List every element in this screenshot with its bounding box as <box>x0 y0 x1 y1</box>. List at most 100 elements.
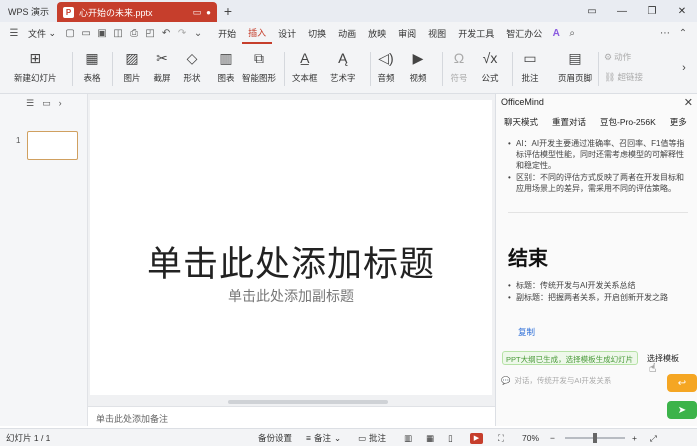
outline-view-icon[interactable]: ☰ <box>26 98 34 109</box>
ai-logo-icon[interactable]: A <box>548 22 564 44</box>
send-button[interactable]: ➤ <box>667 401 697 419</box>
tab-transition[interactable]: 切换 <box>302 22 332 44</box>
hamburger-icon[interactable]: ☰ <box>6 22 22 44</box>
action-button[interactable]: ⚙ 动作 <box>604 50 631 64</box>
document-tab[interactable]: P 心开始の未来.pptx ▭ ● <box>57 2 218 22</box>
open-folder-icon[interactable]: ▭ <box>78 22 94 44</box>
model-select[interactable]: 豆包-Pro-256K <box>600 116 656 130</box>
retry-button[interactable]: ↩ <box>667 374 697 392</box>
zoom-slider-handle[interactable] <box>593 433 597 443</box>
wordart-button[interactable]: Ą 艺术字 <box>330 48 356 90</box>
export-pdf-icon[interactable]: ◫ <box>110 22 126 44</box>
scrollbar-thumb[interactable] <box>228 400 388 404</box>
tab-home[interactable]: 开始 <box>212 22 242 44</box>
zoom-in-icon[interactable]: + <box>632 429 637 446</box>
window-controls: ▭ — ❐ ✕ <box>577 0 697 22</box>
close-window-button[interactable]: ✕ <box>667 0 697 22</box>
tab-animation[interactable]: 动画 <box>332 22 362 44</box>
suggestion-chip[interactable]: PPT大纲已生成，选择模板生成幻灯片 <box>502 351 638 365</box>
chevron-down-icon: ⌄ <box>333 432 342 443</box>
notes-area[interactable]: 单击此处添加备注 <box>88 406 495 426</box>
slide-title-placeholder[interactable]: 单击此处添加标题 <box>90 236 492 287</box>
slideshow-button[interactable]: ▶ <box>470 429 483 446</box>
app-tab[interactable]: WPS 演示 <box>0 0 57 22</box>
picture-button[interactable]: ▨ 图片 <box>122 48 142 90</box>
table-button[interactable]: ▦ 表格 <box>82 48 102 90</box>
menubar-right: ⋯ ⌃ <box>657 22 691 44</box>
sorter-view-icon[interactable]: ▦ <box>426 429 434 446</box>
new-doc-icon[interactable]: ▢ <box>62 22 78 44</box>
zoom-out-icon[interactable]: − <box>550 429 555 446</box>
ribbon-divider <box>512 52 513 86</box>
slide-view-icon[interactable]: ▭ <box>42 98 51 109</box>
expand-icon[interactable]: ⤢ <box>650 429 657 446</box>
hyperlink-button[interactable]: ⛓ 超链接 <box>604 70 643 84</box>
notes-icon: ≡ <box>306 433 311 443</box>
close-icon[interactable]: ✕ <box>684 96 693 109</box>
symbol-button[interactable]: Ω 符号 <box>449 48 469 90</box>
slide-thumbnail[interactable] <box>27 131 78 160</box>
tab-review[interactable]: 审阅 <box>392 22 422 44</box>
save-icon[interactable]: ▣ <box>94 22 110 44</box>
tab-close-icon[interactable]: ● <box>206 8 211 17</box>
tab-slideshow[interactable]: 放映 <box>362 22 392 44</box>
chat-input[interactable]: 💬 对话，传统开发与AI开发关系 <box>501 372 661 388</box>
screenshot-label: 截屏 <box>153 73 171 83</box>
screenshot-button[interactable]: ✂ 截屏 <box>152 48 172 90</box>
print-preview-icon[interactable]: ◰ <box>142 22 158 44</box>
formula-button[interactable]: √x 公式 <box>480 48 500 90</box>
collapse-pane-icon[interactable]: › <box>59 98 62 108</box>
smartart-icon: ⧉ <box>254 49 264 66</box>
slide-subtitle-placeholder[interactable]: 单击此处添加副标题 <box>90 286 492 306</box>
header-footer-button[interactable]: ▤ 页眉页脚 <box>558 48 592 90</box>
search-icon[interactable]: ⌕ <box>564 22 580 44</box>
panel-title: OfficeMind <box>501 97 544 107</box>
undo-icon[interactable]: ↶ <box>158 22 174 44</box>
copy-link[interactable]: 复制 <box>518 326 535 338</box>
more-icon[interactable]: ⋯ <box>657 22 673 44</box>
maximize-button[interactable]: ❐ <box>637 0 667 22</box>
reading-view-icon[interactable]: ▯ <box>448 429 453 446</box>
menu-file[interactable]: 文件 ⌄ <box>22 22 62 44</box>
normal-view-icon[interactable]: ▥ <box>404 429 412 446</box>
table-icon: ▦ <box>85 49 99 66</box>
reset-chat-button[interactable]: 重置对话 <box>552 116 586 130</box>
shape-button[interactable]: ◇ 形状 <box>182 48 202 90</box>
list-item: AI：AI开发主要通过准确率、召回率、F1值等指标评估模型性能，同时还需考虑模型… <box>508 138 686 171</box>
minimize-button[interactable]: — <box>607 0 637 22</box>
new-tab-button[interactable]: + <box>217 0 239 22</box>
section-title: 结束 <box>508 248 548 270</box>
fit-window-icon[interactable]: ⛶ <box>498 429 504 446</box>
comment-toggle[interactable]: ▭ 批注 <box>358 429 386 446</box>
chart-button[interactable]: ▥ 图表 <box>216 48 236 90</box>
more-button[interactable]: 更多 <box>670 116 687 130</box>
textbox-button[interactable]: A̲ 文本框 <box>292 48 318 90</box>
notes-toggle[interactable]: ≡ 备注 ⌄ <box>306 429 341 446</box>
chat-mode-button[interactable]: 聊天模式 <box>504 116 538 130</box>
screenshot-icon: ✂ <box>156 49 168 66</box>
tab-developer[interactable]: 开发工具 <box>452 22 500 44</box>
tab-smart-office[interactable]: 智汇办公 <box>500 22 548 44</box>
tab-view[interactable]: 视图 <box>422 22 452 44</box>
panel-header: OfficeMind ✕ <box>496 94 697 110</box>
slide-count: 幻灯片 1 / 1 <box>6 433 51 443</box>
zoom-level[interactable]: 70% <box>522 429 539 446</box>
print-icon[interactable]: ⎙ <box>126 22 142 44</box>
comment-button[interactable]: ▭ 批注 <box>520 48 540 90</box>
smartart-button[interactable]: ⧉ 智能图形 <box>242 48 276 90</box>
tab-insert[interactable]: 插入 <box>242 22 273 44</box>
redo-icon[interactable]: ↷ <box>174 22 190 44</box>
horizontal-scrollbar[interactable] <box>88 398 495 406</box>
new-slide-button[interactable]: ⊞ 新建幻灯片 <box>14 48 57 90</box>
video-button[interactable]: ▶ 视频 <box>408 48 428 90</box>
collapse-ribbon-icon[interactable]: ⌃ <box>675 22 691 44</box>
audio-button[interactable]: ◁) 音频 <box>376 48 396 90</box>
slide[interactable]: 单击此处添加标题 单击此处添加副标题 <box>90 100 492 395</box>
restore-icon[interactable]: ▭ <box>577 0 607 22</box>
ribbon: ⊞ 新建幻灯片 ▦ 表格 ▨ 图片 ✂ 截屏 ◇ 形状 ▥ 图表 ⧉ 智能图形 … <box>0 44 697 94</box>
slide-number: 1 <box>16 136 21 145</box>
tab-design[interactable]: 设计 <box>272 22 302 44</box>
more-quick-icon[interactable]: ⌄ <box>190 22 206 44</box>
backup-settings-button[interactable]: 备份设置 <box>258 429 292 446</box>
tab-monitor-icon[interactable]: ▭ <box>193 7 202 18</box>
